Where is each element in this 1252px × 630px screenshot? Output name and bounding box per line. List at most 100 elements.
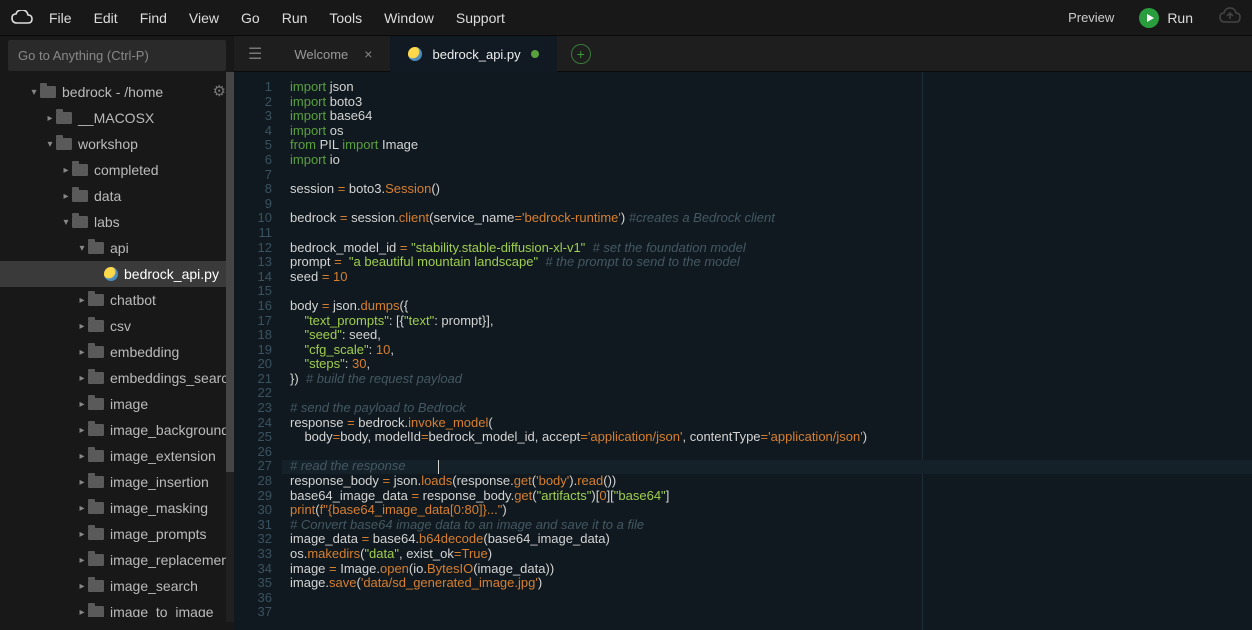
tree-item-image-prompts[interactable]: image_prompts <box>0 521 234 547</box>
close-tab-icon[interactable]: × <box>364 46 372 62</box>
line-number-gutter[interactable]: 1234567891011121314151617181920212223242… <box>234 72 282 630</box>
tree-item-label: completed <box>94 162 159 178</box>
menu-tools[interactable]: Tools <box>329 10 362 26</box>
caret-icon <box>76 607 88 618</box>
caret-icon <box>76 581 88 592</box>
tree-item-image-background[interactable]: image_background <box>0 417 234 443</box>
menu-find[interactable]: Find <box>140 10 167 26</box>
top-menu-bar: FileEditFindViewGoRunToolsWindowSupport … <box>0 0 1252 36</box>
file-tree-sidebar: Go to Anything (Ctrl-P) ⚙ bedrock - /hom… <box>0 36 234 630</box>
folder-icon <box>88 580 104 592</box>
preview-button[interactable]: Preview <box>1068 10 1114 25</box>
tree-item-bedrock-api-py[interactable]: bedrock_api.py <box>0 261 234 287</box>
menu-view[interactable]: View <box>189 10 219 26</box>
tree-item-label: embeddings_search <box>110 370 234 386</box>
sidebar-scrollbar[interactable] <box>226 72 234 622</box>
tree-item-label: image_replacement <box>110 552 233 568</box>
tree-item-completed[interactable]: completed <box>0 157 234 183</box>
tree-item-image-to-image[interactable]: image_to_image <box>0 599 234 617</box>
tree-item-label: embedding <box>110 344 179 360</box>
code-editor[interactable]: 1234567891011121314151617181920212223242… <box>234 72 1252 630</box>
tree-item-data[interactable]: data <box>0 183 234 209</box>
tree-item-csv[interactable]: csv <box>0 313 234 339</box>
folder-icon <box>88 372 104 384</box>
caret-icon <box>76 451 88 462</box>
caret-icon <box>76 347 88 358</box>
tree-item-label: image_masking <box>110 500 208 516</box>
caret-icon <box>76 529 88 540</box>
cloud-sync-icon <box>1218 7 1242 28</box>
menu-go[interactable]: Go <box>241 10 260 26</box>
tree-item-embedding[interactable]: embedding <box>0 339 234 365</box>
tree-item-label: workshop <box>78 136 138 152</box>
tree-item-label: image_extension <box>110 448 216 464</box>
folder-icon <box>88 398 104 410</box>
new-tab-button[interactable]: + <box>571 44 591 64</box>
tab-menu-icon[interactable]: ☰ <box>234 44 276 64</box>
goto-anything-input[interactable]: Go to Anything (Ctrl-P) <box>8 40 226 71</box>
caret-icon <box>76 425 88 436</box>
tree-item-label: __MACOSX <box>78 110 154 126</box>
folder-icon <box>72 190 88 202</box>
run-label: Run <box>1167 10 1193 26</box>
tree-item-label: image_insertion <box>110 474 209 490</box>
tree-item-chatbot[interactable]: chatbot <box>0 287 234 313</box>
tree-item-image-insertion[interactable]: image_insertion <box>0 469 234 495</box>
caret-icon <box>60 165 72 176</box>
file-tree[interactable]: bedrock - /home __MACOSX workshop completed… <box>0 77 234 617</box>
tree-item-image-masking[interactable]: image_masking <box>0 495 234 521</box>
tree-item-workshop[interactable]: workshop <box>0 131 234 157</box>
tree-item-bedrock-home[interactable]: bedrock - /home <box>0 79 234 105</box>
cloud9-logo-icon <box>10 6 34 30</box>
unsaved-dot-icon <box>531 50 539 58</box>
caret-icon <box>76 503 88 514</box>
menu-support[interactable]: Support <box>456 10 505 26</box>
caret-icon <box>76 295 88 306</box>
folder-icon <box>88 320 104 332</box>
folder-icon <box>88 294 104 306</box>
tree-item-label: bedrock - /home <box>62 84 163 100</box>
play-icon <box>1139 8 1159 28</box>
caret-icon <box>44 113 56 124</box>
tab-welcome[interactable]: Welcome × <box>276 36 390 72</box>
python-file-icon <box>104 267 118 281</box>
caret-icon <box>60 191 72 202</box>
tree-item-api[interactable]: api <box>0 235 234 261</box>
caret-icon <box>44 139 56 150</box>
tree-item-labs[interactable]: labs <box>0 209 234 235</box>
tree-item-label: bedrock_api.py <box>124 266 219 282</box>
editor-tab-bar: ☰ Welcome × bedrock_api.py + <box>234 36 1252 72</box>
run-button[interactable]: Run <box>1139 8 1193 28</box>
tree-item-label: image_search <box>110 578 198 594</box>
tree-item-label: image_prompts <box>110 526 207 542</box>
main-menu: File Edit Find View Go Run Tools Window Support <box>49 10 505 26</box>
menu-edit[interactable]: Edit <box>94 10 118 26</box>
folder-icon <box>72 216 88 228</box>
tab-bedrock-api-py[interactable]: bedrock_api.py <box>390 36 556 72</box>
tree-item--macosx[interactable]: __MACOSX <box>0 105 234 131</box>
tab-label: bedrock_api.py <box>432 47 520 62</box>
tree-item-label: chatbot <box>110 292 156 308</box>
menu-run[interactable]: Run <box>282 10 308 26</box>
settings-gear-icon[interactable]: ⚙ <box>213 82 226 100</box>
code-content[interactable]: import jsonimport boto3import base64impo… <box>282 72 867 630</box>
folder-icon <box>56 138 72 150</box>
tree-item-label: csv <box>110 318 131 334</box>
tree-item-label: image_background <box>110 422 229 438</box>
tree-item-image-search[interactable]: image_search <box>0 573 234 599</box>
caret-icon <box>76 373 88 384</box>
tree-item-image-replacement[interactable]: image_replacement <box>0 547 234 573</box>
tree-item-image-extension[interactable]: image_extension <box>0 443 234 469</box>
folder-icon <box>88 502 104 514</box>
folder-icon <box>72 164 88 176</box>
tree-item-embeddings-search[interactable]: embeddings_search <box>0 365 234 391</box>
menu-file[interactable]: File <box>49 10 72 26</box>
folder-icon <box>88 528 104 540</box>
menu-window[interactable]: Window <box>384 10 434 26</box>
folder-icon <box>88 424 104 436</box>
tree-item-image[interactable]: image <box>0 391 234 417</box>
python-file-icon <box>408 47 422 61</box>
tab-label: Welcome <box>294 47 348 62</box>
tree-item-label: image_to_image <box>110 604 214 617</box>
folder-icon <box>40 86 56 98</box>
